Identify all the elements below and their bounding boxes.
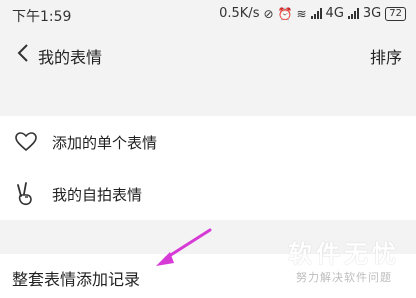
status-bar: 下午1:59 0.5K/s ⊘ ⏰ ≋ 4G 3G 72: [0, 0, 416, 32]
nav-bar: 我的表情 排序: [0, 32, 416, 76]
heart-outline-icon: [12, 128, 40, 156]
list-item-label: 添加的单个表情: [52, 133, 158, 152]
battery-icon: 72: [385, 6, 406, 21]
network2-label: 3G: [362, 6, 382, 21]
page-title: 我的表情: [38, 48, 103, 67]
list-item-label: 我的自拍表情: [52, 185, 143, 204]
list-item-single-stickers[interactable]: 添加的单个表情: [0, 116, 416, 168]
watermark-slogan: 努力解决软件问题: [296, 271, 392, 284]
network-speed: 0.5K/s: [219, 6, 260, 21]
network1-label: 4G: [325, 6, 344, 21]
no-disturb-icon: ⊘: [263, 6, 274, 21]
status-time: 下午1:59: [12, 9, 72, 25]
watermark-logo: 软件无忧: [288, 240, 400, 268]
status-icons: 0.5K/s ⊘ ⏰ ≋ 4G 3G 72: [219, 6, 406, 21]
stickers-list: 添加的单个表情 我的自拍表情: [0, 116, 416, 220]
chevron-left-icon[interactable]: [10, 40, 36, 66]
peace-hand-icon: [12, 180, 40, 208]
signal1-icon: [310, 8, 322, 19]
wifi-icon: ≋: [296, 6, 307, 21]
watermark: 软件无忧 努力解决软件问题: [288, 234, 400, 285]
sort-button[interactable]: 排序: [370, 44, 402, 68]
pointer-arrow-annotation: [156, 228, 212, 266]
section-label: 整套表情添加记录: [12, 270, 141, 289]
alarm-icon: ⏰: [277, 6, 293, 21]
list-item-selfie-stickers[interactable]: 我的自拍表情: [0, 168, 416, 220]
spacer: [0, 76, 416, 116]
signal2-icon: [347, 8, 359, 19]
